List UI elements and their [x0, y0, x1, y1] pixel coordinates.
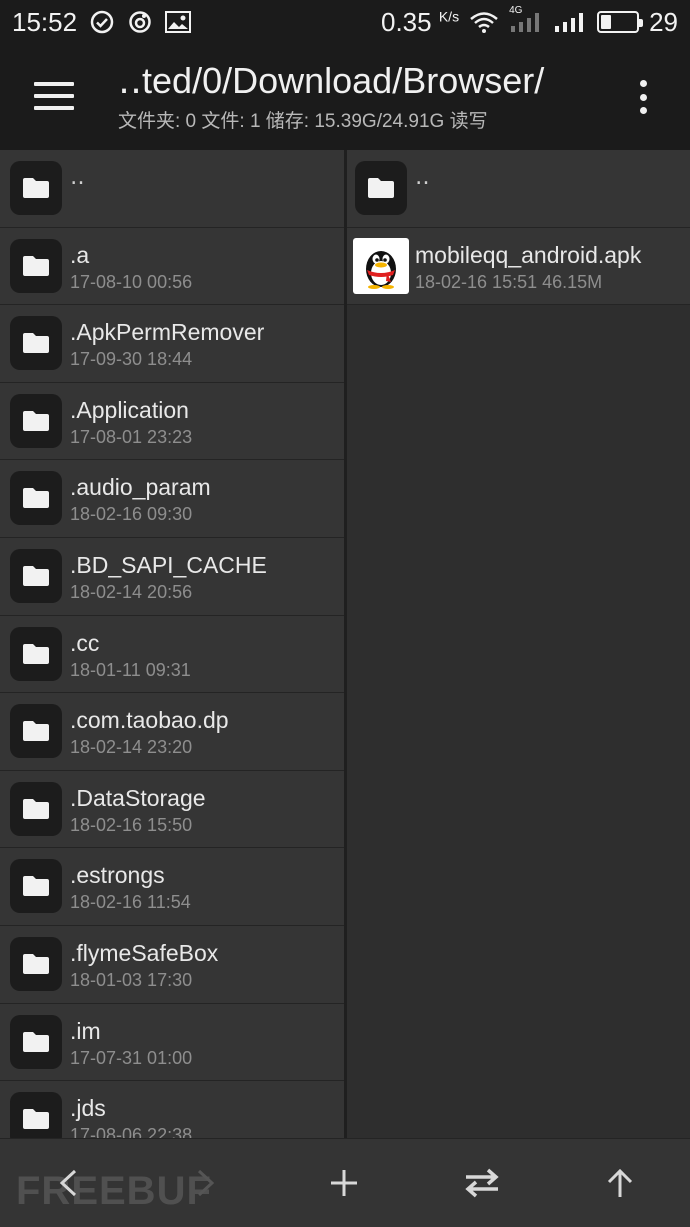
folder-icon	[10, 393, 62, 448]
current-path[interactable]: ‥ted/0/Download/Browser/	[118, 60, 618, 102]
folder-name: .audio_param	[70, 474, 211, 501]
folder-row[interactable]: .im 17-07-31 01:00	[0, 1003, 344, 1082]
check-circle-icon	[89, 9, 115, 35]
back-arrow-icon[interactable]	[46, 1161, 90, 1205]
folder-date: 17-08-06 22:38	[70, 1125, 193, 1138]
folder-row[interactable]: .cc 18-01-11 09:31	[0, 615, 344, 694]
folder-name: .DataStorage	[70, 784, 206, 811]
up-arrow-icon[interactable]	[598, 1161, 642, 1205]
folder-icon	[10, 471, 62, 526]
folder-date: 17-09-30 18:44	[70, 349, 193, 370]
parent-directory-row[interactable]: ‥	[347, 150, 690, 228]
signal-4g-icon: 4G	[509, 5, 543, 35]
folder-icon	[10, 626, 62, 681]
battery-level: 29	[649, 6, 678, 37]
status-bar: 15:52 0.35 K/s 4G 29	[0, 0, 690, 44]
folder-date: 18-02-16 15:50	[70, 814, 193, 835]
folder-row[interactable]: .flymeSafeBox 18-01-03 17:30	[0, 925, 344, 1004]
folder-row[interactable]: .DataStorage 18-02-16 15:50	[0, 770, 344, 849]
folder-row[interactable]: .audio_param 18-02-16 09:30	[0, 460, 344, 538]
folder-icon	[10, 238, 62, 293]
battery-icon	[597, 11, 644, 33]
parent-directory-row[interactable]: ‥	[0, 150, 344, 228]
folder-date: 18-02-14 20:56	[70, 581, 193, 602]
folder-name: .jds	[70, 1095, 106, 1122]
status-time: 15:52	[12, 6, 78, 37]
folder-icon	[10, 781, 62, 836]
folder-date: 18-02-16 11:54	[70, 892, 191, 913]
folder-name: .Application	[70, 396, 189, 423]
file-row[interactable]: mobileqq_android.apk 18-02-16 15:51 46.1…	[347, 227, 690, 306]
folder-icon	[10, 316, 62, 371]
folder-row[interactable]: .BD_SAPI_CACHE 18-02-14 20:56	[0, 537, 344, 616]
network-type: 4G	[509, 5, 523, 16]
right-file-list: ‥ mobileqq_android.apk 18-02-16 15:51 46…	[347, 150, 690, 1138]
parent-directory-label: ‥	[70, 164, 85, 189]
folder-name: .a	[70, 241, 90, 268]
folder-icon	[10, 1014, 62, 1069]
folder-name: .flymeSafeBox	[70, 939, 219, 966]
folder-date: 18-01-11 09:31	[70, 659, 191, 680]
folder-name: .im	[70, 1017, 101, 1044]
qq-penguin-icon	[353, 237, 409, 294]
left-file-list: ‥ .a 17-08-10 00:56 .ApkPermRemover 17-09-3…	[0, 150, 344, 1138]
folder-name: .estrongs	[70, 862, 165, 889]
path-info: 文件夹: 0 文件: 1 储存: 15.39G/24.91G 读写	[118, 111, 488, 132]
wifi-icon	[469, 9, 499, 35]
folder-name: .ApkPermRemover	[70, 319, 265, 346]
folder-icon	[355, 161, 407, 215]
add-icon[interactable]	[322, 1161, 366, 1205]
file-meta: 18-02-16 15:51 46.15M	[415, 271, 603, 292]
forward-arrow-icon[interactable]	[184, 1161, 228, 1205]
folder-row[interactable]: .ApkPermRemover 17-09-30 18:44	[0, 305, 344, 383]
folder-icon	[10, 161, 62, 215]
folder-icon	[10, 1092, 62, 1138]
folder-date: 18-02-14 23:20	[70, 737, 193, 758]
folder-name: .cc	[70, 629, 100, 656]
folder-icon	[10, 704, 62, 759]
file-name: mobileqq_android.apk	[415, 241, 642, 268]
folder-date: 17-07-31 01:00	[70, 1047, 193, 1068]
menu-icon[interactable]	[34, 82, 74, 110]
toolbar: ‥ted/0/Download/Browser/ 文件夹: 0 文件: 1 储存…	[0, 44, 690, 150]
folder-icon	[10, 936, 62, 991]
folder-date: 17-08-10 00:56	[70, 271, 193, 292]
parent-directory-label: ‥	[415, 164, 430, 189]
sync-icon	[127, 9, 153, 35]
more-options-icon[interactable]	[636, 80, 650, 114]
folder-row[interactable]: .estrongs 18-02-16 11:54	[0, 848, 344, 926]
folder-row[interactable]: .a 17-08-10 00:56	[0, 227, 344, 306]
swap-icon[interactable]	[460, 1161, 504, 1205]
net-speed: 0.35 K/s	[381, 6, 460, 37]
folder-date: 18-02-16 09:30	[70, 504, 193, 525]
gallery-icon	[165, 9, 192, 35]
folder-row[interactable]: .jds 17-08-06 22:38	[0, 1081, 344, 1138]
folder-date: 18-01-03 17:30	[70, 969, 193, 990]
folder-row[interactable]: .Application 17-08-01 23:23	[0, 382, 344, 461]
bottom-toolbar: FREEBUF	[0, 1138, 690, 1227]
signal-icon	[553, 9, 587, 35]
folder-name: .BD_SAPI_CACHE	[70, 551, 267, 578]
folder-icon	[10, 859, 62, 914]
folder-date: 17-08-01 23:23	[70, 426, 193, 447]
folder-name: .com.taobao.dp	[70, 707, 229, 734]
folder-row[interactable]: .com.taobao.dp 18-02-14 23:20	[0, 693, 344, 771]
folder-icon	[10, 548, 62, 603]
